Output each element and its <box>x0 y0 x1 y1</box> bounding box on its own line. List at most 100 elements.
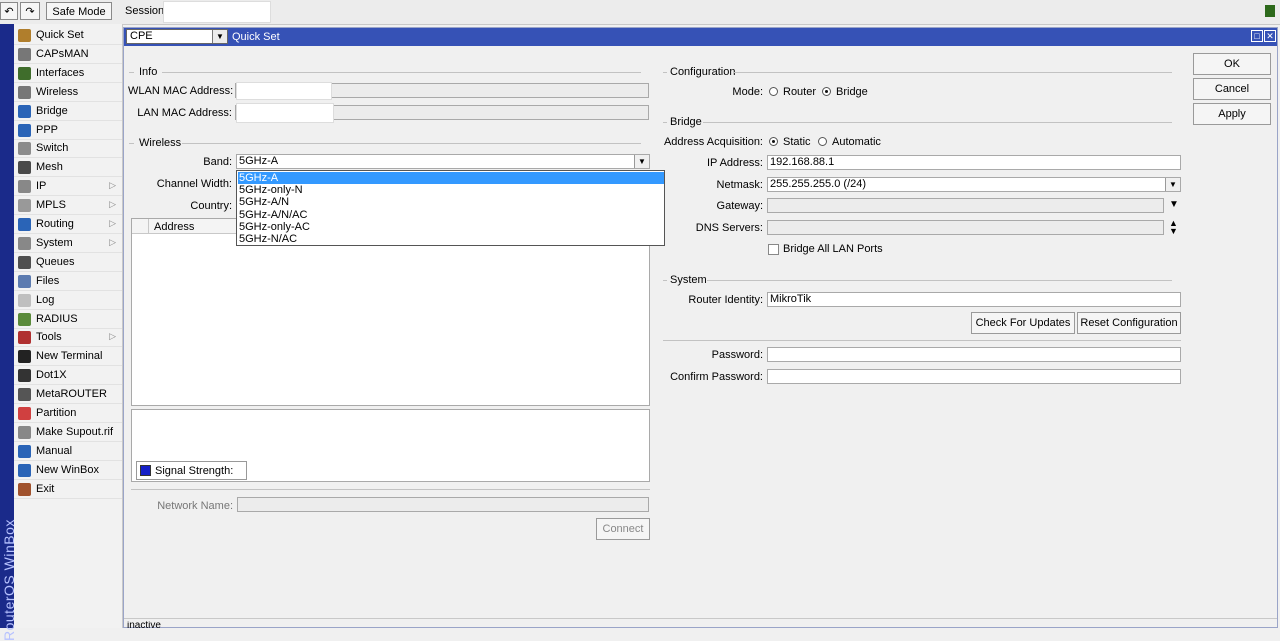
sidebar-item-new-terminal[interactable]: New Terminal <box>14 347 122 367</box>
globe-icon <box>18 463 31 477</box>
sidebar-item-interfaces[interactable]: Interfaces <box>14 64 122 83</box>
divider <box>129 143 134 144</box>
acq-static-label[interactable]: Static <box>783 136 811 148</box>
sidebar-item-new-winbox[interactable]: New WinBox <box>14 461 122 480</box>
up-down-arrows-icon[interactable]: ▲ ▼ <box>1169 219 1178 236</box>
mode-bridge-label[interactable]: Bridge <box>836 86 868 98</box>
mpls-icon <box>18 199 31 213</box>
sidebar-item-label: Queues <box>36 255 75 268</box>
band-option[interactable]: 5GHz-only-N <box>238 184 664 196</box>
sidebar-item-switch[interactable]: Switch <box>14 139 122 159</box>
sidebar-item-bridge[interactable]: Bridge <box>14 102 122 121</box>
check-updates-button[interactable]: Check For Updates <box>971 312 1075 334</box>
address-list[interactable]: Address <box>131 218 650 406</box>
session-field[interactable] <box>163 1 271 23</box>
sidebar-item-ppp[interactable]: PPP <box>14 121 122 140</box>
band-label: Band: <box>203 156 232 168</box>
wlan-mac-label: WLAN MAC Address: <box>128 85 234 97</box>
list-header-cell <box>132 219 149 233</box>
acq-static-radio[interactable] <box>769 137 778 146</box>
bridge-all-lan-label[interactable]: Bridge All LAN Ports <box>783 243 883 255</box>
divider <box>734 72 1172 73</box>
confirm-password-field[interactable] <box>767 369 1181 384</box>
ip-address-field[interactable]: 192.168.88.1 <box>767 155 1181 170</box>
sidebar-item-system[interactable]: System ▷ <box>14 234 122 253</box>
divider <box>663 340 1181 341</box>
exit-icon <box>18 482 31 496</box>
band-option[interactable]: 5GHz-only-AC <box>238 221 664 233</box>
sidebar-item-mesh[interactable]: Mesh <box>14 158 122 178</box>
mode-bridge-radio[interactable] <box>822 87 831 96</box>
wand-icon <box>18 29 31 42</box>
sidebar-item-ip[interactable]: IP ▷ <box>14 177 122 197</box>
netmask-select[interactable]: 255.255.255.0 (/24) ▼ <box>767 177 1181 192</box>
band-select[interactable]: 5GHz-A ▼ <box>236 154 650 169</box>
sidebar-item-capsman[interactable]: CAPsMAN <box>14 45 122 64</box>
routing-icon <box>18 218 31 231</box>
connect-button[interactable]: Connect <box>596 518 650 540</box>
band-option[interactable]: 5GHz-A/N <box>238 196 664 208</box>
undo-icon[interactable]: ↶ <box>0 2 18 20</box>
band-option[interactable]: 5GHz-N/AC <box>238 233 664 245</box>
router-identity-field[interactable]: MikroTik <box>767 292 1181 307</box>
close-icon[interactable]: ✕ <box>1264 30 1276 42</box>
chevron-down-icon[interactable]: ▼ <box>1169 199 1179 210</box>
band-dropdown[interactable]: 5GHz-A 5GHz-only-N 5GHz-A/N 5GHz-A/N/AC 5GHz… <box>236 170 665 246</box>
band-option[interactable]: 5GHz-A <box>238 172 664 184</box>
brand-strip: RouterOS WinBox <box>0 24 17 641</box>
redacted-box <box>236 103 334 123</box>
sidebar-item-make-supout-rif[interactable]: Make Supout.rif <box>14 423 122 442</box>
redo-icon[interactable]: ↷ <box>20 2 40 20</box>
sidebar-item-files[interactable]: Files <box>14 272 122 291</box>
chevron-down-icon[interactable]: ▼ <box>1165 178 1180 191</box>
divider <box>663 72 667 73</box>
sidebar-item-mpls[interactable]: MPLS ▷ <box>14 196 122 216</box>
sidebar-item-log[interactable]: Log <box>14 291 122 310</box>
signal-strength-label: Signal Strength: <box>155 465 234 477</box>
sidebar-item-queues[interactable]: Queues <box>14 253 122 272</box>
sidebar-item-partition[interactable]: Partition <box>14 404 122 423</box>
sidebar-item-wireless[interactable]: Wireless <box>14 83 122 102</box>
safe-mode-button[interactable]: Safe Mode <box>46 2 112 20</box>
mesh-icon <box>18 161 31 175</box>
gateway-field[interactable] <box>767 198 1164 213</box>
mode-select[interactable]: CPE ▼ <box>126 29 228 44</box>
sidebar-item-label: Log <box>36 293 55 306</box>
sidebar-item-manual[interactable]: Manual <box>14 442 122 461</box>
divider <box>131 489 650 490</box>
band-option[interactable]: 5GHz-A/N/AC <box>238 209 664 221</box>
switch-icon <box>18 142 31 156</box>
mode-router-label[interactable]: Router <box>783 86 816 98</box>
address-column-header[interactable]: Address <box>154 221 194 233</box>
sidebar-item-label: Mesh <box>36 161 63 174</box>
sidebar-item-tools[interactable]: Tools ▷ <box>14 328 122 348</box>
ok-button[interactable]: OK <box>1193 53 1271 75</box>
sidebar-item-exit[interactable]: Exit <box>14 480 122 499</box>
cancel-button[interactable]: Cancel <box>1193 78 1271 100</box>
dns-servers-label: DNS Servers: <box>695 222 763 234</box>
sidebar-item-label: Tools <box>36 331 62 344</box>
chevron-down-icon[interactable]: ▼ <box>634 155 649 168</box>
sidebar-item-dot1x[interactable]: Dot1X <box>14 366 122 386</box>
sidebar-item-label: PPP <box>36 123 59 136</box>
sidebar-item-routing[interactable]: Routing ▷ <box>14 215 122 234</box>
bridge-all-lan-checkbox[interactable] <box>768 244 779 255</box>
bridge-group-title: Bridge <box>670 116 702 128</box>
sidebar-item-label: Manual <box>36 444 73 457</box>
apply-button[interactable]: Apply <box>1193 103 1271 125</box>
log-icon <box>18 293 31 307</box>
sidebar-item-radius[interactable]: RADIUS <box>14 310 122 329</box>
redacted-box <box>236 82 332 100</box>
maximize-icon[interactable]: □ <box>1251 30 1263 42</box>
chevron-down-icon[interactable]: ▼ <box>212 30 227 43</box>
password-field[interactable] <box>767 347 1181 362</box>
acq-automatic-radio[interactable] <box>818 137 827 146</box>
acq-automatic-label[interactable]: Automatic <box>832 136 881 148</box>
configuration-group-title: Configuration <box>670 66 736 78</box>
sidebar-item-label: System <box>36 236 73 249</box>
dns-servers-field[interactable] <box>767 220 1164 235</box>
reset-configuration-button[interactable]: Reset Configuration <box>1077 312 1181 334</box>
mode-router-radio[interactable] <box>769 87 778 96</box>
sidebar-item-metarouter[interactable]: MetaROUTER <box>14 385 122 405</box>
sidebar-item-quick-set[interactable]: Quick Set <box>14 26 122 45</box>
